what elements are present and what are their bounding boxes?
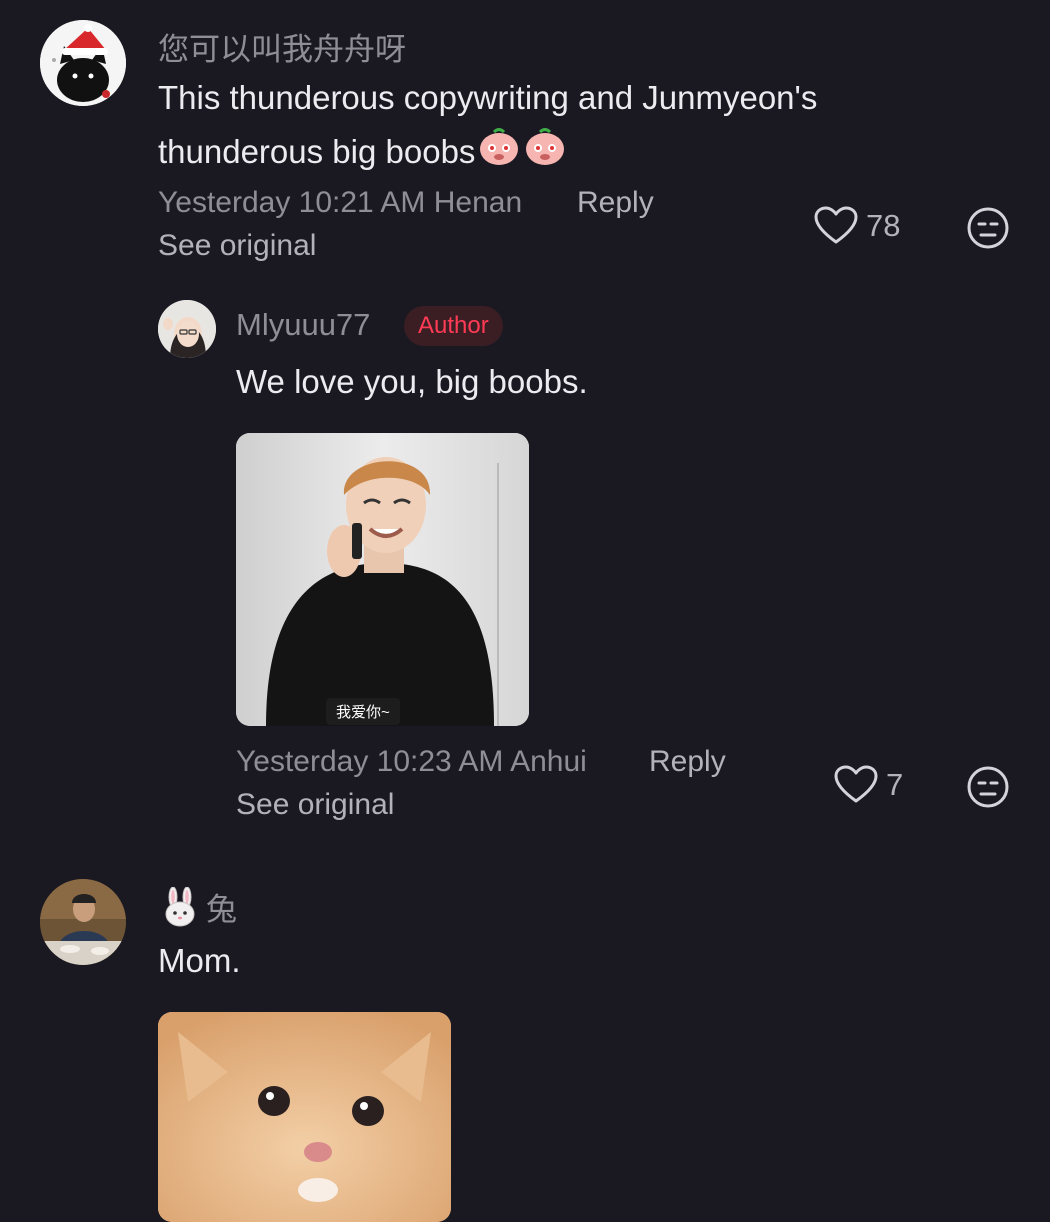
media-caption: 我爱你~ <box>326 698 400 725</box>
heart-outline-icon <box>814 206 858 244</box>
man-at-table-avatar-icon <box>40 879 126 965</box>
comment-text: This thunderous copywriting and Junmyeon… <box>158 71 1018 182</box>
man-on-phone-image-icon <box>236 433 529 726</box>
author-badge: Author <box>404 306 503 346</box>
heart-outline-icon <box>834 765 878 803</box>
username-text: 兔 <box>206 892 237 927</box>
reply-button[interactable]: Reply <box>577 186 654 220</box>
see-original-link[interactable]: See original <box>158 229 316 263</box>
peach-blush-emoji-icon <box>477 126 521 182</box>
timestamp: Yesterday 10:21 AM <box>158 186 426 219</box>
reply-username[interactable]: Mlyuuu77 <box>236 307 370 343</box>
comment-text-line2: thunderous big boobs <box>158 133 476 170</box>
location: Anhui <box>510 745 587 778</box>
black-cat-santa-hat-avatar-icon <box>40 20 126 106</box>
like-button[interactable]: 78 <box>814 206 900 246</box>
reply-text: We love you, big boobs. <box>236 363 588 400</box>
comment-text-line1: This thunderous copywriting and Junmyeon… <box>158 79 818 116</box>
comment-text: Mom. <box>158 942 241 979</box>
see-original-link[interactable]: See original <box>236 788 394 822</box>
reply-meta: Yesterday 10:23 AM Anhui <box>236 745 587 779</box>
rabbit-icon <box>160 886 200 927</box>
crying-kitten-image-icon <box>158 1012 451 1222</box>
unamused-face-icon <box>967 766 1009 808</box>
unamused-face-icon <box>967 207 1009 249</box>
peach-blush-emoji-icon <box>523 126 567 182</box>
avatar[interactable] <box>40 879 126 965</box>
comment-media-image[interactable] <box>158 1012 451 1222</box>
dislike-button[interactable] <box>966 765 1010 814</box>
like-count: 78 <box>866 208 901 243</box>
comment-username[interactable]: 您可以叫我舟舟呀 <box>158 24 406 69</box>
avatar[interactable] <box>158 300 216 358</box>
dislike-button[interactable] <box>966 206 1010 255</box>
location: Henan <box>433 186 523 219</box>
comment-username[interactable]: 兔 <box>160 884 237 929</box>
like-button[interactable]: 7 <box>834 765 903 805</box>
reply-button[interactable]: Reply <box>649 745 726 779</box>
like-count: 7 <box>886 767 904 802</box>
girl-selfie-avatar-icon <box>158 300 216 358</box>
reply-media-image[interactable]: 我爱你~ <box>236 433 529 726</box>
avatar[interactable] <box>40 20 126 106</box>
comment-meta: Yesterday 10:21 AM Henan <box>158 186 522 220</box>
timestamp: Yesterday 10:23 AM <box>236 745 504 778</box>
